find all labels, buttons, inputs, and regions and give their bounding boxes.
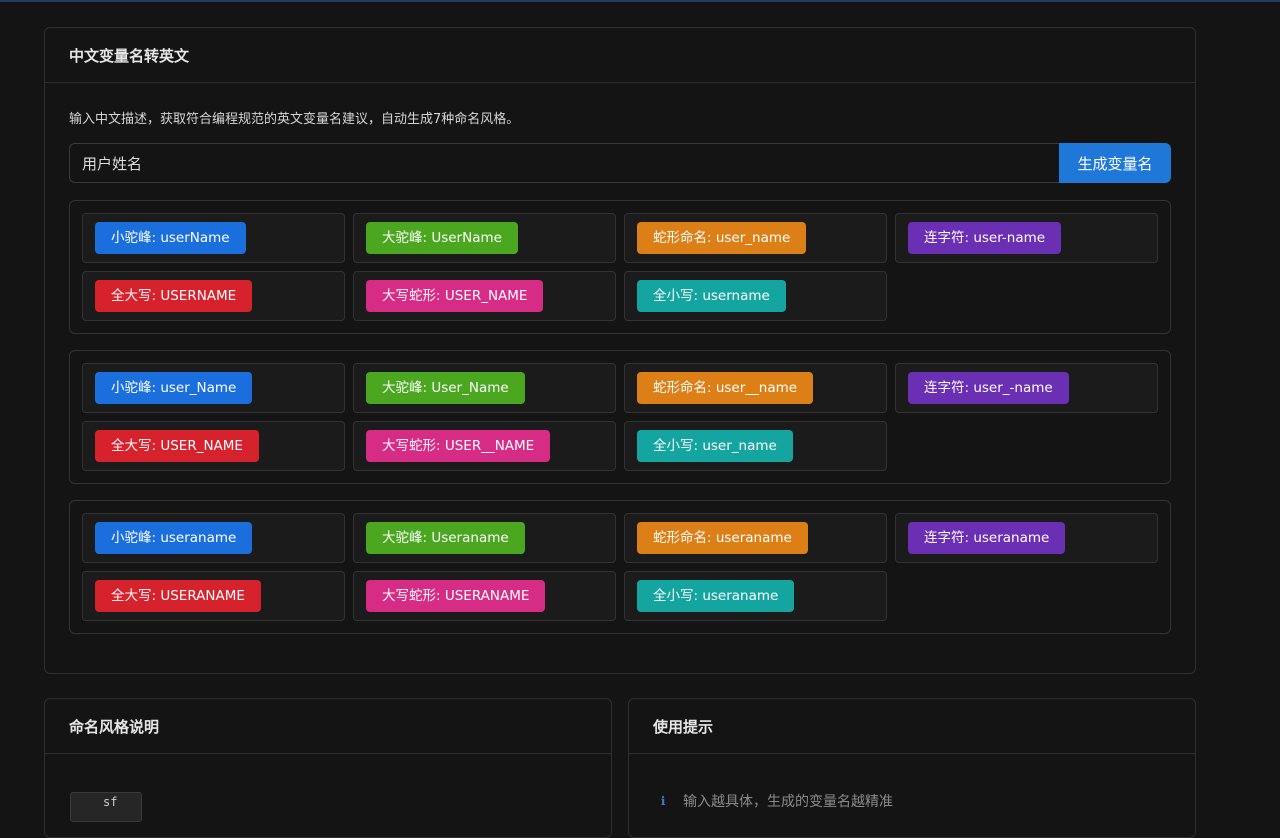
converter-input-group: 生成变量名	[69, 143, 1171, 183]
result-cell-snake: 蛇形命名: user_name	[624, 213, 887, 263]
result-cell-lower: 全小写: username	[624, 271, 887, 321]
naming-style-card: 命名风格说明 sf	[44, 698, 612, 838]
upper-snake-case-tag[interactable]: 大写蛇形: USERANAME	[366, 580, 546, 612]
result-group-2: 小驼峰: user_Name 大驼峰: User_Name 蛇形命名: user…	[69, 350, 1171, 484]
tip-item: ℹ 输入越具体，生成的变量名越精准	[653, 791, 893, 811]
pascal-case-tag[interactable]: 大驼峰: UserName	[366, 222, 518, 254]
upper-case-tag[interactable]: 全大写: USERNAME	[95, 280, 253, 312]
lower-case-tag[interactable]: 全小写: useraname	[637, 580, 795, 612]
chinese-description-input[interactable]	[69, 143, 1059, 183]
kebab-case-tag[interactable]: 连字符: user_-name	[908, 372, 1069, 404]
card-title: 中文变量名转英文	[45, 28, 1195, 83]
result-cell-upper-snake: 大写蛇形: USER_NAME	[353, 271, 616, 321]
camel-case-tag[interactable]: 小驼峰: useraname	[95, 522, 253, 554]
camel-case-tag[interactable]: 小驼峰: user_Name	[95, 372, 253, 404]
usage-tips-card: 使用提示 ℹ 输入越具体，生成的变量名越精准	[628, 698, 1196, 838]
converter-description: 输入中文描述，获取符合编程规范的英文变量名建议，自动生成7种命名风格。	[69, 112, 520, 127]
result-cell-kebab: 连字符: user-name	[895, 213, 1158, 263]
tip-text: 输入越具体，生成的变量名越精准	[683, 794, 893, 810]
naming-style-title: 命名风格说明	[45, 699, 611, 754]
result-cell-kebab: 连字符: user_-name	[895, 363, 1158, 413]
generate-variable-name-button[interactable]: 生成变量名	[1059, 143, 1171, 183]
info-icon: ℹ	[660, 794, 666, 808]
snake-case-tag[interactable]: 蛇形命名: user__name	[637, 372, 814, 404]
result-cell-upper: 全大写: USERNAME	[82, 271, 345, 321]
result-cell-lower: 全小写: user_name	[624, 421, 887, 471]
result-cell-upper-snake: 大写蛇形: USER__NAME	[353, 421, 616, 471]
result-cell-pascal: 大驼峰: Useraname	[353, 513, 616, 563]
lower-case-tag[interactable]: 全小写: username	[637, 280, 786, 312]
top-accent-line	[0, 0, 1280, 2]
result-cell-pascal: 大驼峰: UserName	[353, 213, 616, 263]
upper-snake-case-tag[interactable]: 大写蛇形: USER__NAME	[366, 430, 551, 462]
result-cell-camel: 小驼峰: userName	[82, 213, 345, 263]
result-cell-camel: 小驼峰: user_Name	[82, 363, 345, 413]
variable-name-converter-card: 中文变量名转英文 输入中文描述，获取符合编程规范的英文变量名建议，自动生成7种命…	[44, 27, 1196, 674]
upper-case-tag[interactable]: 全大写: USER_NAME	[95, 430, 259, 462]
camel-case-tag[interactable]: 小驼峰: userName	[95, 222, 246, 254]
snake-case-tag[interactable]: 蛇形命名: user_name	[637, 222, 807, 254]
result-cell-snake: 蛇形命名: user__name	[624, 363, 887, 413]
result-cell-kebab: 连字符: useraname	[895, 513, 1158, 563]
kebab-case-tag[interactable]: 连字符: user-name	[908, 222, 1062, 254]
result-group-1: 小驼峰: userName 大驼峰: UserName 蛇形命名: user_n…	[69, 200, 1171, 334]
result-cell-pascal: 大驼峰: User_Name	[353, 363, 616, 413]
upper-snake-case-tag[interactable]: 大写蛇形: USER_NAME	[366, 280, 544, 312]
result-group-3: 小驼峰: useraname 大驼峰: Useraname 蛇形命名: user…	[69, 500, 1171, 634]
code-sample-tag: sf	[70, 792, 142, 822]
pascal-case-tag[interactable]: 大驼峰: Useraname	[366, 522, 525, 554]
lower-case-tag[interactable]: 全小写: user_name	[637, 430, 793, 462]
result-cell-snake: 蛇形命名: useraname	[624, 513, 887, 563]
upper-case-tag[interactable]: 全大写: USERANAME	[95, 580, 261, 612]
usage-tips-title: 使用提示	[629, 699, 1195, 754]
result-cell-camel: 小驼峰: useraname	[82, 513, 345, 563]
result-cell-upper-snake: 大写蛇形: USERANAME	[353, 571, 616, 621]
result-cell-upper: 全大写: USERANAME	[82, 571, 345, 621]
kebab-case-tag[interactable]: 连字符: useraname	[908, 522, 1066, 554]
pascal-case-tag[interactable]: 大驼峰: User_Name	[366, 372, 525, 404]
result-cell-upper: 全大写: USER_NAME	[82, 421, 345, 471]
snake-case-tag[interactable]: 蛇形命名: useraname	[637, 522, 808, 554]
result-cell-lower: 全小写: useraname	[624, 571, 887, 621]
